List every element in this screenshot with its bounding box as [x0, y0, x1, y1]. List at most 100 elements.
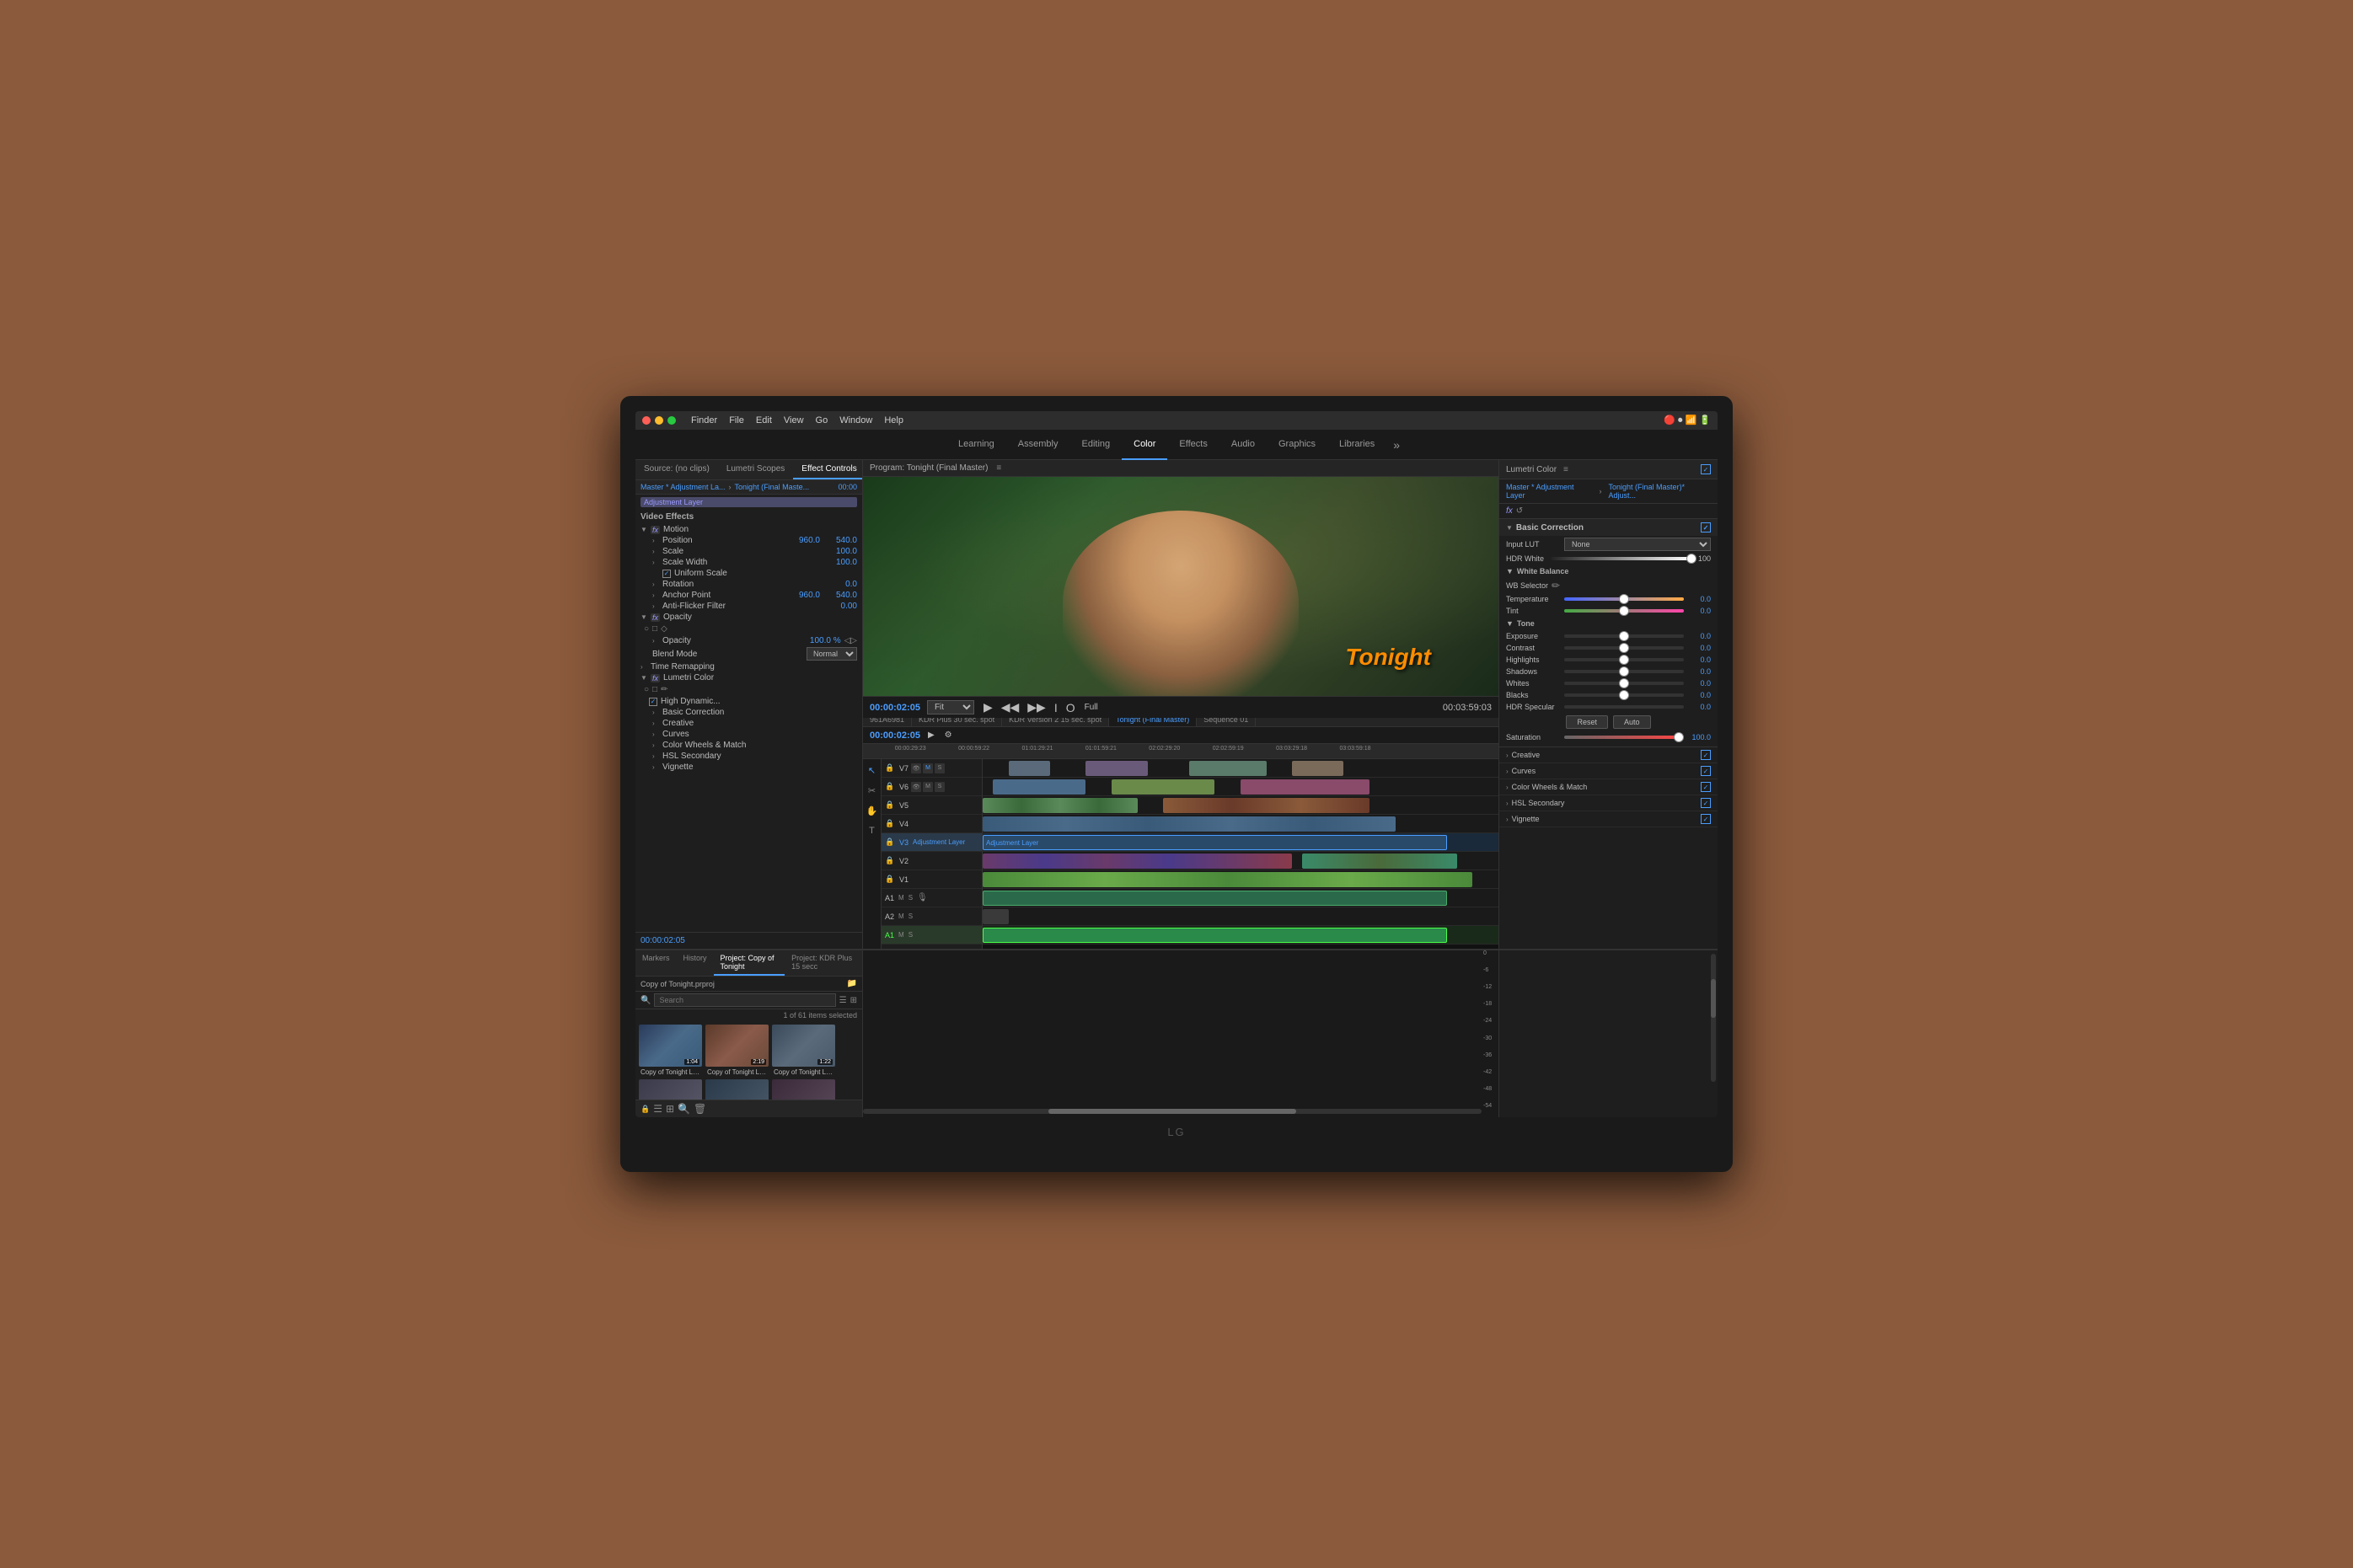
uniform-scale-checkbox[interactable]: ✓	[662, 570, 671, 578]
clip-a3-1[interactable]	[983, 928, 1447, 943]
clip-a2-1[interactable]	[983, 909, 1009, 924]
position-row[interactable]: › Position 960.0 540.0	[635, 535, 862, 546]
rotation-row[interactable]: › Rotation 0.0	[635, 579, 862, 590]
creative-section-check[interactable]: ✓	[1701, 750, 1711, 760]
close-button[interactable]	[642, 416, 651, 425]
rotation-value[interactable]: 0.0	[823, 580, 857, 589]
tab-color[interactable]: Color	[1122, 430, 1167, 460]
curves-section-check[interactable]: ✓	[1701, 766, 1711, 776]
basic-corr-expand[interactable]: ›	[652, 709, 659, 716]
motion-expand[interactable]: ▼	[641, 526, 647, 533]
basic-correction-header[interactable]: ▼ Basic Correction ✓	[1499, 519, 1718, 536]
next-frame-button[interactable]: ▶▶	[1025, 699, 1048, 715]
minimize-button[interactable]	[655, 416, 663, 425]
temperature-slider[interactable]	[1564, 597, 1684, 601]
mark-out-button[interactable]: O	[1064, 700, 1078, 715]
anchor-x[interactable]: 960.0	[786, 591, 820, 600]
blacks-slider[interactable]	[1564, 693, 1684, 697]
opacity-expand[interactable]: ▼	[641, 613, 647, 621]
tab-graphics[interactable]: Graphics	[1267, 430, 1327, 460]
tab-project-copy[interactable]: Project: Copy of Tonight	[714, 950, 785, 976]
master-layer-selector[interactable]: Master * Adjustment Layer	[1506, 483, 1593, 500]
adjustment-layer-clip[interactable]: Adjustment Layer	[983, 835, 1447, 850]
clip-v2-1[interactable]	[983, 854, 1292, 869]
timeline-tracks[interactable]: Adjustment Layer	[983, 759, 1498, 949]
tab-learning[interactable]: Learning	[946, 430, 1006, 460]
lumetri-menu-icon[interactable]: ≡	[1563, 465, 1568, 474]
auto-button[interactable]: Auto	[1613, 715, 1651, 729]
tab-libraries[interactable]: Libraries	[1327, 430, 1386, 460]
vignette-section-row[interactable]: › Vignette ✓	[1499, 811, 1718, 827]
right-scrollbar-thumb[interactable]	[1711, 979, 1716, 1018]
color-wheels-section-row[interactable]: › Color Wheels & Match ✓	[1499, 779, 1718, 795]
tab-editing[interactable]: Editing	[1069, 430, 1122, 460]
clip-v2-2[interactable]	[1302, 854, 1457, 869]
clip-v6-1[interactable]	[993, 779, 1085, 795]
right-scrollbar-track[interactable]	[1711, 954, 1716, 1082]
input-lut-select[interactable]: None	[1564, 538, 1711, 551]
a2-M-icon[interactable]: M	[898, 912, 904, 920]
folder-icon[interactable]: 📁	[847, 979, 857, 988]
reset-lumetri-icon[interactable]: ↺	[1516, 506, 1523, 516]
clip-v1-1[interactable]	[983, 872, 1472, 887]
tab-source[interactable]: Source: (no clips)	[635, 460, 718, 479]
tab-lumetri-scopes[interactable]: Lumetri Scopes	[718, 460, 793, 479]
a1-M-icon[interactable]: M	[898, 894, 904, 902]
vignette-section-check[interactable]: ✓	[1701, 814, 1711, 824]
tone-header[interactable]: ▼ Tone	[1499, 617, 1718, 630]
anti-flicker-row[interactable]: › Anti-Flicker Filter 0.00	[635, 601, 862, 612]
basic-correction-checkbox[interactable]: ✓	[1701, 522, 1711, 532]
vignette-row[interactable]: › Vignette	[635, 762, 862, 773]
scale-row[interactable]: › Scale 100.0	[635, 546, 862, 557]
shadows-slider[interactable]	[1564, 670, 1684, 673]
new-item-btn[interactable]: ⊞	[666, 1103, 674, 1115]
hsl-secondary-section-row[interactable]: › HSL Secondary ✓	[1499, 795, 1718, 811]
hsl-secondary-row[interactable]: › HSL Secondary	[635, 751, 862, 762]
a2-S-icon[interactable]: S	[909, 912, 913, 920]
time-remap-expand[interactable]: ›	[641, 663, 647, 671]
hsl-section-check[interactable]: ✓	[1701, 798, 1711, 808]
scale-value[interactable]: 100.0	[823, 547, 857, 556]
clip-v7-2[interactable]	[1085, 761, 1147, 776]
menu-file[interactable]: File	[729, 415, 744, 425]
clip-v7-1[interactable]	[1009, 761, 1050, 776]
thumb-item-4[interactable]: 1:10 Copy of Tonight Linked...	[639, 1079, 702, 1100]
creative-row[interactable]: › Creative	[635, 718, 862, 729]
text-tool[interactable]: T	[865, 823, 880, 838]
mute-v7-icon[interactable]: M	[923, 763, 933, 773]
basic-correction-sub-row[interactable]: › Basic Correction	[635, 707, 862, 718]
anchor-point-row[interactable]: › Anchor Point 960.0 540.0	[635, 590, 862, 601]
wheels-section-check[interactable]: ✓	[1701, 782, 1711, 792]
clip-v6-3[interactable]	[1241, 779, 1369, 795]
clip-a1-1[interactable]	[983, 891, 1447, 906]
clip-v7-4[interactable]	[1292, 761, 1343, 776]
keyframe-icon[interactable]: ◁▷	[844, 636, 857, 645]
timeline-settings-btn[interactable]: ⚙	[942, 730, 955, 741]
a1-S-icon[interactable]: S	[909, 894, 913, 902]
maximize-button[interactable]	[667, 416, 676, 425]
opacity-value[interactable]: 100.0 %	[807, 636, 841, 645]
tab-project-kdr[interactable]: Project: KDR Plus 15 secc	[785, 950, 862, 976]
lumetri-color-row[interactable]: ▼ fx Lumetri Color	[635, 672, 862, 683]
whites-slider[interactable]	[1564, 682, 1684, 685]
delete-btn[interactable]: 🗑	[694, 1103, 706, 1115]
thumb-item-6[interactable]: 0:19 Copy of Tonight Linked...	[772, 1079, 835, 1100]
menu-go[interactable]: Go	[816, 415, 828, 425]
sync-v6-icon[interactable]: S	[935, 782, 945, 792]
white-balance-header[interactable]: ▼ White Balance	[1499, 565, 1718, 578]
eye-v7-icon[interactable]: 👁	[911, 763, 921, 773]
menu-view[interactable]: View	[784, 415, 804, 425]
vignette-expand[interactable]: ›	[652, 763, 659, 771]
position-y[interactable]: 540.0	[823, 536, 857, 545]
saturation-slider[interactable]	[1564, 736, 1684, 739]
clip-v5-2[interactable]	[1163, 798, 1369, 813]
anti-flicker-value[interactable]: 0.00	[823, 602, 857, 611]
timeline-scrollbar-thumb[interactable]	[1048, 1109, 1296, 1114]
thumb-item-1[interactable]: 1:04 Copy of Tonight Linked...	[639, 1025, 702, 1076]
tab-history[interactable]: History	[677, 950, 714, 976]
clip-v6-2[interactable]	[1112, 779, 1214, 795]
curves-expand[interactable]: ›	[652, 730, 659, 738]
thumb-item-2[interactable]: 2:19 Copy of Tonight Linked...	[705, 1025, 769, 1076]
hsl-expand[interactable]: ›	[652, 752, 659, 760]
thumb-item-3[interactable]: 1:22 Copy of Tonight Linked...	[772, 1025, 835, 1076]
